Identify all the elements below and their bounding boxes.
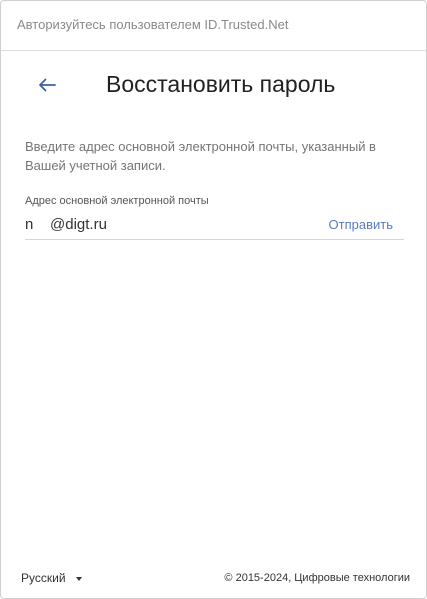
language-label: Русский <box>21 571 66 585</box>
email-field-label: Адрес основной электронной почты <box>25 195 209 207</box>
email-field[interactable]: n @digt.ru Отправить <box>25 213 404 240</box>
language-select[interactable]: Русский <box>21 571 82 585</box>
email-input-value[interactable]: n @digt.ru <box>25 216 107 233</box>
instructions-text: Введите адрес основной электронной почты… <box>25 139 376 173</box>
page-title: Восстановить пароль <box>106 71 336 97</box>
auth-panel: Авторизуйтесь пользователем ID.Trusted.N… <box>0 0 427 599</box>
arrow-left-icon <box>39 78 56 92</box>
caret-down-icon <box>75 576 82 581</box>
header-title: Авторизуйтесь пользователем ID.Trusted.N… <box>17 17 289 32</box>
send-button[interactable]: Отправить <box>329 217 393 232</box>
header-bar: Авторизуйтесь пользователем ID.Trusted.N… <box>1 1 426 51</box>
back-button[interactable] <box>31 71 63 99</box>
copyright-text: © 2015-2024, Цифровые технологии <box>224 572 410 584</box>
